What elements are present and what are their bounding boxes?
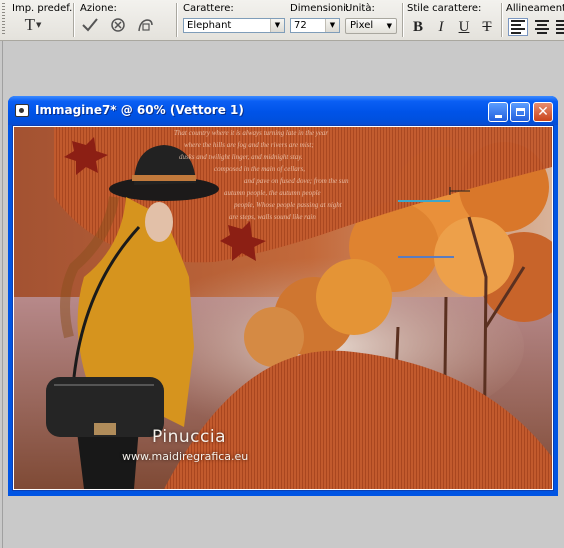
text-tool-icon: T xyxy=(24,15,35,34)
image-canvas[interactable]: That country where it is always turning … xyxy=(14,127,553,489)
checkmark-icon xyxy=(82,18,98,32)
strikethrough-button[interactable]: T xyxy=(478,19,496,36)
close-icon: ✕ xyxy=(537,104,549,120)
toolbar-separator xyxy=(402,3,403,37)
align-right-button[interactable] xyxy=(556,18,564,36)
font-label: Carattere: xyxy=(183,3,234,14)
watermark-website: www.maidiregrafica.eu xyxy=(122,450,249,463)
toolbar-separator xyxy=(176,3,177,37)
canvas-frame: That country where it is always turning … xyxy=(12,125,554,491)
font-style-label: Stile carattere: xyxy=(407,3,482,14)
poem-line: people, Whose people passing at night xyxy=(233,201,343,209)
cancel-cycle-icon xyxy=(111,18,125,32)
text-preset-dropdown[interactable]: T ▼ xyxy=(20,15,46,35)
unit-label: Unità: xyxy=(345,3,375,14)
close-button[interactable]: ✕ xyxy=(533,102,553,122)
unit-select[interactable]: Pixel ▼ xyxy=(345,18,397,34)
text-tool-options-bar: Imp. predef.: T ▼ Azione: Carattere: Ele… xyxy=(0,0,564,41)
workspace-border xyxy=(2,41,3,548)
poem-line: where the hills are fog and the rivers a… xyxy=(184,141,314,149)
chevron-down-icon: ▼ xyxy=(36,21,42,29)
font-size-select[interactable]: 72 ▼ xyxy=(290,18,340,33)
autumn-artwork: That country where it is always turning … xyxy=(14,127,553,489)
path-edit-icon xyxy=(138,19,153,32)
minimize-icon xyxy=(494,114,502,118)
cancel-edit-button[interactable] xyxy=(108,15,128,35)
presets-label: Imp. predef.: xyxy=(12,3,76,14)
watermark-signature: Pinuccia xyxy=(152,427,226,447)
chevron-down-icon[interactable]: ▼ xyxy=(325,19,339,32)
actions-label: Azione: xyxy=(80,3,117,14)
align-center-button[interactable] xyxy=(532,18,552,36)
unit-value: Pixel xyxy=(350,20,374,31)
font-size-value: 72 xyxy=(294,20,307,31)
minimize-button[interactable] xyxy=(488,102,508,122)
alignment-label: Allineamento: xyxy=(506,3,564,14)
apply-checkmark-button[interactable] xyxy=(80,15,100,35)
poem-line: and pave on fused dove; from the sun xyxy=(244,177,349,185)
poem-line: autumn people, the autumn people xyxy=(224,189,321,197)
document-title: Immagine7* @ 60% (Vettore 1) xyxy=(35,103,244,117)
underline-button[interactable]: U xyxy=(455,19,473,36)
font-family-select[interactable]: Elephant ▼ xyxy=(183,18,285,33)
italic-button[interactable]: I xyxy=(432,19,450,36)
poem-line: dusks and twilight linger, and midnight … xyxy=(179,153,303,161)
poem-line: That country where it is always turning … xyxy=(174,129,328,137)
chevron-down-icon: ▼ xyxy=(386,22,392,30)
toolbar-grip[interactable] xyxy=(2,3,5,36)
document-window[interactable]: Immagine7* @ 60% (Vettore 1) ✕ That coun… xyxy=(8,96,558,496)
window-bottom-border xyxy=(12,491,554,496)
camera-icon xyxy=(15,104,29,117)
toolbar-separator xyxy=(501,3,502,37)
size-label: Dimensioni: xyxy=(290,3,350,14)
document-title-bar[interactable]: Immagine7* @ 60% (Vettore 1) ✕ xyxy=(8,96,558,125)
font-family-value: Elephant xyxy=(187,20,232,31)
maximize-icon xyxy=(515,108,525,116)
bold-button[interactable]: B xyxy=(409,19,427,36)
toolbar-separator xyxy=(73,3,74,37)
poem-line: are steps, walls sound like rain xyxy=(229,213,316,221)
poem-line: composed in the main of cellars, xyxy=(214,165,305,173)
maximize-button[interactable] xyxy=(510,102,530,122)
align-left-button[interactable] xyxy=(508,18,528,36)
chevron-down-icon[interactable]: ▼ xyxy=(270,19,284,32)
convert-to-path-button[interactable] xyxy=(136,15,156,35)
